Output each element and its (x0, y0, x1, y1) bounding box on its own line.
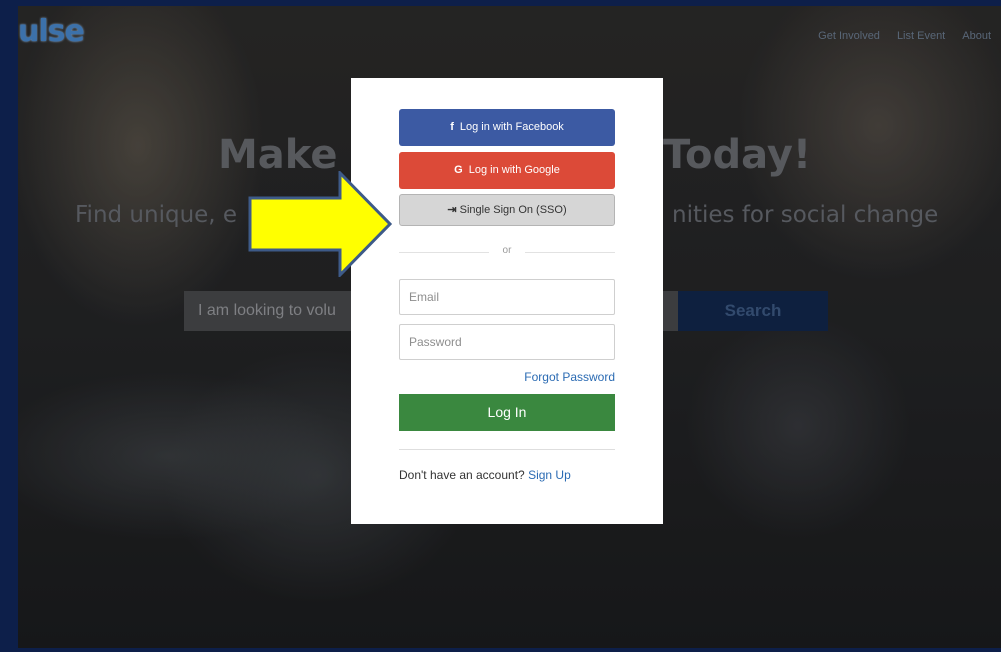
no-account-text: Don't have an account? (399, 468, 525, 482)
or-divider: or (399, 245, 615, 259)
login-modal: f Log in with Facebook G Log in with Googl… (351, 78, 663, 524)
divider-or-text: or (502, 245, 512, 256)
sso-login-button[interactable]: ⇥ Single Sign On (SSO) (399, 194, 615, 226)
signup-link[interactable]: Sign Up (528, 468, 571, 482)
arrow-shape (248, 171, 393, 277)
google-icon: G (454, 164, 463, 176)
facebook-icon: f (450, 121, 454, 133)
facebook-login-label: Log in with Facebook (459, 121, 564, 133)
sso-login-label: Single Sign On (SSO) (459, 204, 567, 216)
modal-separator (399, 449, 615, 450)
sign-in-icon: ⇥ (447, 204, 457, 216)
signup-prompt: Don't have an account? Sign Up (399, 468, 571, 482)
login-button[interactable]: Log In (399, 394, 615, 431)
google-login-label: Log in with Google (468, 164, 560, 176)
email-field[interactable] (399, 279, 615, 315)
google-login-button[interactable]: G Log in with Google (399, 152, 615, 189)
divider-line-right (525, 252, 615, 253)
forgot-password-link[interactable]: Forgot Password (524, 370, 615, 384)
facebook-login-button[interactable]: f Log in with Facebook (399, 109, 615, 146)
yellow-arrow-icon (248, 171, 393, 277)
password-field[interactable] (399, 324, 615, 360)
